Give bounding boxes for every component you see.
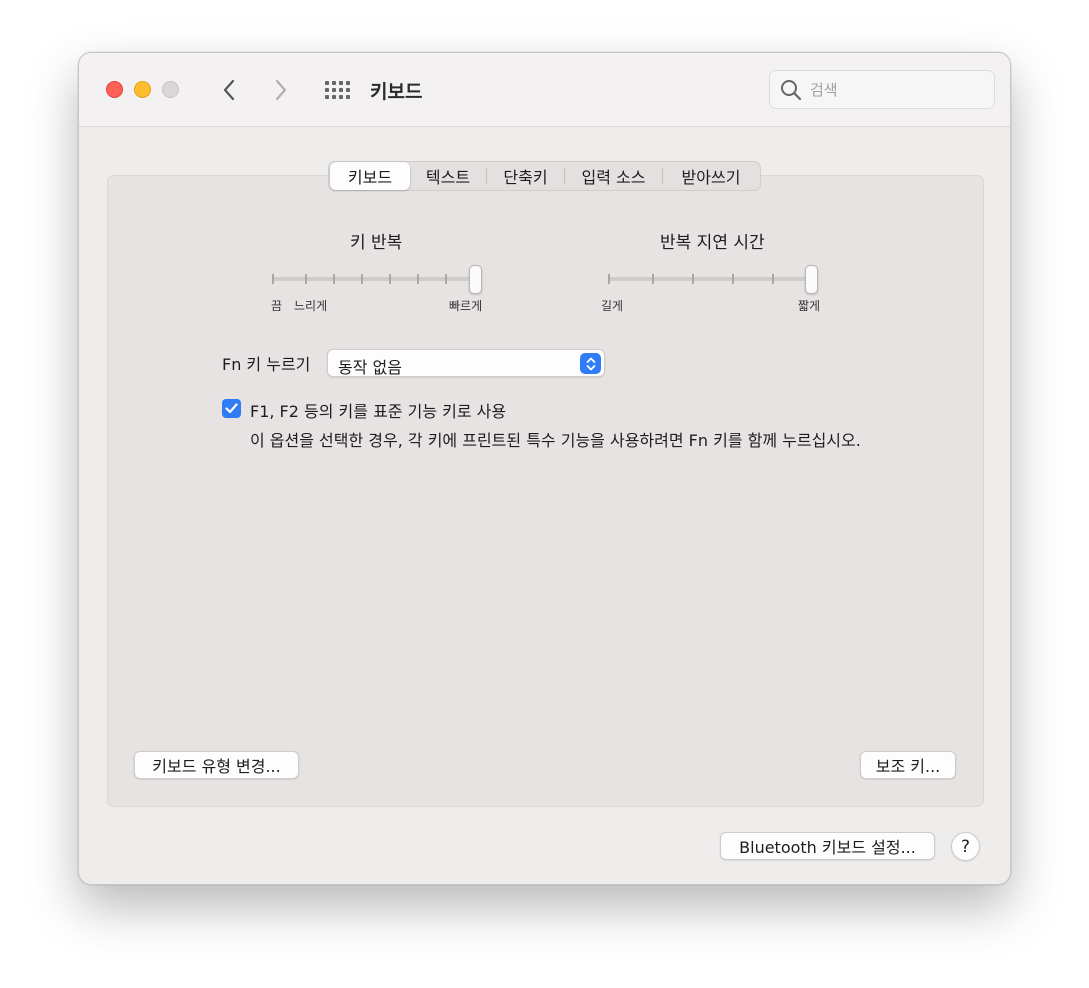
- slider-tick: [732, 274, 734, 284]
- show-all-button[interactable]: [323, 79, 351, 101]
- back-button[interactable]: [215, 75, 243, 105]
- fn-key-label: Fn 키 누르기: [222, 355, 311, 374]
- slider-tick: [272, 274, 274, 284]
- help-button[interactable]: ?: [951, 832, 980, 861]
- change-keyboard-type-button[interactable]: 키보드 유형 변경...: [134, 751, 299, 779]
- slider-tick: [417, 274, 419, 284]
- repeat-delay-track: [608, 277, 814, 281]
- forward-button[interactable]: [267, 75, 295, 105]
- search-icon: [781, 80, 802, 101]
- key-repeat-label-off: 끔: [271, 299, 283, 313]
- fn-key-popup[interactable]: 동작 없음: [327, 349, 605, 377]
- slider-tick: [361, 274, 363, 284]
- function-keys-description: 이 옵션을 선택한 경우, 각 키에 프린트된 특수 기능을 사용하려면 Fn …: [250, 431, 861, 450]
- repeat-delay-thumb[interactable]: [805, 265, 818, 294]
- modifier-keys-button[interactable]: 보조 키...: [860, 751, 956, 779]
- popup-chevrons-icon: [580, 353, 601, 374]
- titlebar: 키보드: [79, 53, 1010, 127]
- slider-tick: [772, 274, 774, 284]
- repeat-delay-label-long: 길게: [601, 299, 624, 313]
- repeat-delay-title: 반복 지연 시간: [660, 233, 765, 253]
- search-input[interactable]: [810, 79, 985, 101]
- search-field[interactable]: [769, 70, 995, 109]
- key-repeat-title: 키 반복: [350, 233, 403, 253]
- key-repeat-label-slow: 느리게: [294, 299, 328, 313]
- close-button[interactable]: [106, 81, 123, 98]
- slider-tick: [692, 274, 694, 284]
- minimize-button[interactable]: [134, 81, 151, 98]
- tab-input-sources[interactable]: 입력 소스: [565, 162, 662, 190]
- fn-key-popup-value: 동작 없음: [338, 358, 402, 377]
- checkmark-icon: [225, 403, 238, 414]
- bluetooth-keyboard-setup-button[interactable]: Bluetooth 키보드 설정...: [720, 832, 935, 860]
- slider-tick: [608, 274, 610, 284]
- slider-tick: [445, 274, 447, 284]
- key-repeat-thumb[interactable]: [469, 265, 482, 294]
- preferences-window: 키보드 키 반복 끔 느리게 빠르게 반복 지연 시간: [78, 52, 1011, 885]
- key-repeat-label-fast: 빠르게: [449, 299, 483, 313]
- tab-dictation[interactable]: 받아쓰기: [663, 162, 759, 190]
- slider-tick: [305, 274, 307, 284]
- tab-text[interactable]: 텍스트: [410, 162, 486, 190]
- tab-shortcuts[interactable]: 단축키: [487, 162, 564, 190]
- repeat-delay-label-short: 짧게: [798, 299, 821, 313]
- forward-chevron-icon: [275, 79, 287, 101]
- tab-keyboard[interactable]: 키보드: [330, 162, 410, 190]
- content-panel: 키 반복 끔 느리게 빠르게 반복 지연 시간 길게 짧게 Fn 키 누르기 동…: [107, 175, 984, 807]
- slider-tick: [333, 274, 335, 284]
- zoom-button: [162, 81, 179, 98]
- function-keys-checkbox[interactable]: [222, 399, 241, 418]
- back-chevron-icon: [223, 79, 235, 101]
- slider-tick: [389, 274, 391, 284]
- function-keys-label: F1, F2 등의 키를 표준 기능 키로 사용: [250, 402, 507, 421]
- tab-bar: 키보드 텍스트 단축키 입력 소스 받아쓰기: [328, 161, 761, 191]
- slider-tick: [652, 274, 654, 284]
- window-title: 키보드: [370, 81, 423, 103]
